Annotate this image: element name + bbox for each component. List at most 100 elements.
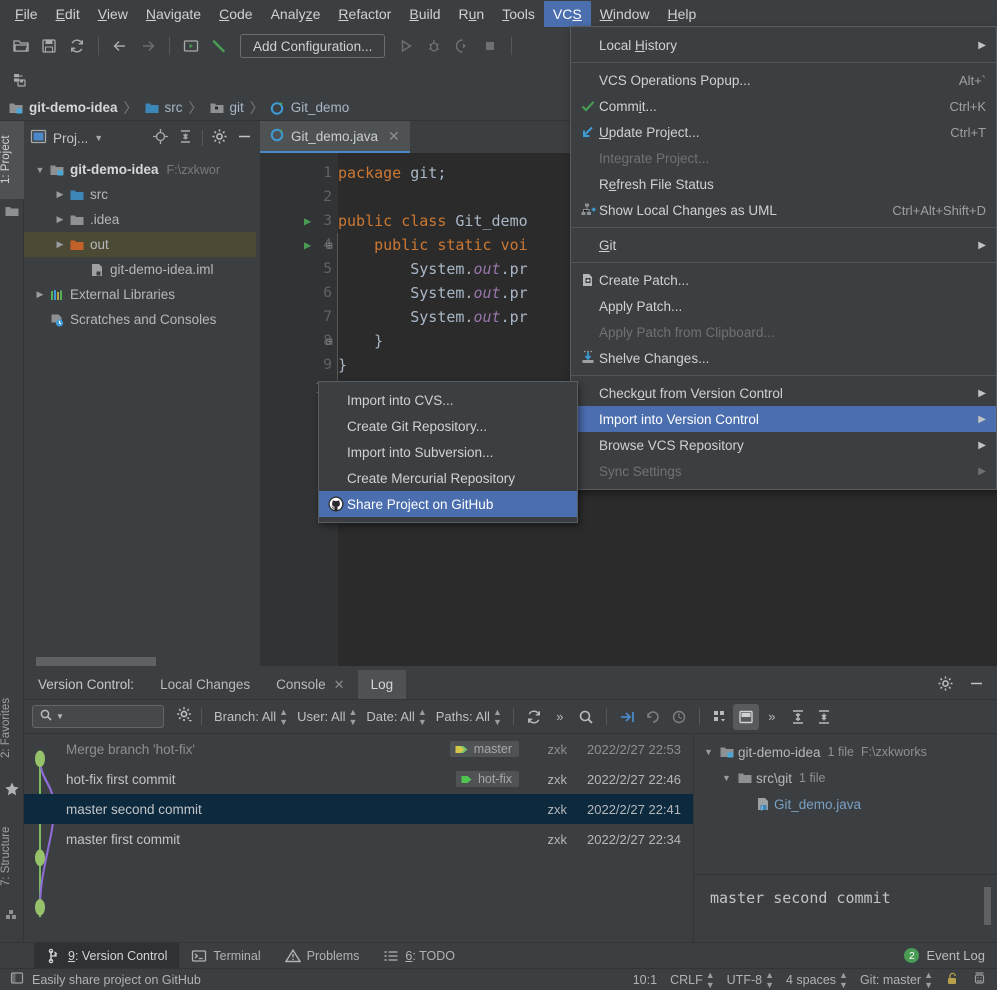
tree-node-git-demo-idea-iml[interactable]: git-demo-idea.iml [24,257,260,282]
vcs-menu-item-update-project[interactable]: Update Project... Ctrl+T [571,119,996,145]
sidebar-item-favorites[interactable]: 2: Favorites [0,681,24,775]
preview-pane-icon[interactable] [732,703,759,730]
vcs-tab-local-changes[interactable]: Local Changes [147,670,263,699]
more-icon[interactable]: » [547,704,573,730]
commit-message-scrollbar[interactable] [984,887,991,925]
folder-icon[interactable] [4,203,20,219]
chevron-down-icon[interactable]: ▼ [56,712,64,721]
commit-list[interactable]: Merge branch 'hot-fix' master zxk 2022/2/27… [24,734,693,942]
breadcrumb-item-git-demo[interactable]: Git_demo [270,100,349,116]
vcs-menu-item-shelve-changes[interactable]: Shelve Changes... [571,345,996,371]
chevron-right-icon[interactable]: ▶ [52,239,68,250]
chevron-down-icon[interactable]: ▼ [700,747,717,757]
submenu-item-import-into-cvs[interactable]: Import into CVS... [319,387,577,413]
star-icon[interactable] [4,781,20,797]
close-icon[interactable]: ✕ [388,128,400,145]
open-folder-icon[interactable] [8,33,34,59]
unlock-icon[interactable] [945,971,959,989]
editor-tab-git-demo-java[interactable]: Git_demo.java ✕ [260,121,410,153]
vcs-menu-item-create-patch[interactable]: Create Patch... [571,267,996,293]
commit-row[interactable]: Merge branch 'hot-fix' master zxk 2022/2/27… [24,734,693,764]
hammer-build-icon[interactable] [206,33,232,59]
menu-item-navigate[interactable]: Navigate [137,1,210,27]
back-arrow-icon[interactable] [107,33,133,59]
menu-item-edit[interactable]: Edit [47,1,89,27]
vcs-menu-item-git[interactable]: Git ▶ [571,232,996,258]
expand-all-icon[interactable] [785,704,811,730]
vcs-tab-log[interactable]: Log [357,670,407,699]
chevron-down-icon[interactable]: ▼ [94,133,103,143]
commit-row[interactable]: hot-fix first commit hot-fix zxk 2022/2/27 … [24,764,693,794]
chevron-down-icon[interactable]: ▼ [718,773,735,783]
breadcrumb-item-git[interactable]: git [209,100,244,116]
gear-icon[interactable] [176,706,194,727]
indent-selector[interactable]: 4 spaces ▲ ▼ [786,970,848,990]
tree-node-external-libraries[interactable]: ▶ External Libraries [24,282,260,307]
chevron-right-icon[interactable]: ▶ [32,289,48,300]
structure-icon[interactable] [4,907,20,923]
menu-item-code[interactable]: Code [210,1,261,27]
menu-item-vcs[interactable]: VCS [543,0,591,27]
line-separator-selector[interactable]: CRLF ▲ ▼ [670,970,715,990]
breadcrumb-item-src[interactable]: src [144,100,183,116]
changed-file-node[interactable]: ▼ src\git 1 file [694,765,997,791]
sidebar-item-structure[interactable]: 7: Structure [0,811,24,901]
chevron-right-icon[interactable]: ▶ [52,214,68,225]
menu-item-analyze[interactable]: Analyze [262,1,330,27]
chevron-right-icon[interactable]: ▶ [52,189,68,200]
vcs-menu-item-apply-patch[interactable]: Apply Patch... [571,293,996,319]
tree-node-src[interactable]: ▶ src [24,182,260,207]
minimize-icon[interactable] [968,675,985,695]
breadcrumb-item-git-demo-idea[interactable]: git-demo-idea [8,100,118,116]
more-icon-2[interactable]: » [759,704,785,730]
caret-position[interactable]: 10:1 [633,973,657,987]
search-input[interactable]: ▼ [32,705,164,728]
minimize-icon[interactable] [236,128,253,148]
submenu-item-share-project-on-github[interactable]: Share Project on GitHub [319,491,577,517]
menu-item-tools[interactable]: Tools [493,1,544,27]
tool-window-terminal[interactable]: Terminal [179,943,272,968]
run-gutter-icon[interactable]: ▶ [304,214,311,228]
project-view-icon[interactable] [30,128,47,148]
submenu-item-import-into-subversion[interactable]: Import into Subversion... [319,439,577,465]
commit-row[interactable]: master second commit zxk 2022/2/27 22:41 [24,794,693,824]
vcs-menu-item-vcs-operations-popup[interactable]: VCS Operations Popup... Alt+` [571,67,996,93]
vcs-menu-item-local-history[interactable]: Local History ▶ [571,32,996,58]
vcs-menu-item-import-into-version-control[interactable]: Import into Version Control ▶ [571,406,996,432]
vcs-tab-console[interactable]: Console ✕ [263,670,357,699]
update-project-icon[interactable] [8,67,34,93]
tool-window-6-todo[interactable]: 6: TODO [371,943,467,968]
fold-toggle-icon[interactable]: ⊟ [326,335,333,348]
close-icon[interactable]: ✕ [334,677,345,693]
vcs-menu-item-checkout-from-version-control[interactable]: Checkout from Version Control ▶ [571,380,996,406]
vcs-menu-item-refresh-file-status[interactable]: Refresh File Status [571,171,996,197]
project-panel-title[interactable]: Proj... [53,131,88,146]
tool-window-problems[interactable]: Problems [273,943,372,968]
changed-files-tree[interactable]: ▼ git-demo-idea 1 file F:\zxkworks ▼ src\git 1… [694,734,997,817]
collapse-arrow-icon[interactable] [614,704,640,730]
sidebar-item-project[interactable]: 1: Project [0,121,24,199]
grid-view-icon[interactable] [707,704,733,730]
submenu-item-create-git-repository[interactable]: Create Git Repository... [319,413,577,439]
branch-tag-master[interactable]: master [449,741,519,757]
menu-item-help[interactable]: Help [659,1,706,27]
fold-toggle-icon[interactable]: ⊟ [326,239,333,252]
filter-user-all[interactable]: User: All ▲ ▼ [292,707,361,727]
layout-icon[interactable] [10,971,24,988]
menu-item-file[interactable]: File [6,1,47,27]
vcs-menu-item-browse-vcs-repository[interactable]: Browse VCS Repository ▶ [571,432,996,458]
save-icon[interactable] [36,33,62,59]
submenu-item-create-mercurial-repository[interactable]: Create Mercurial Repository [319,465,577,491]
gear-icon[interactable] [937,675,954,695]
git-branch-widget[interactable]: Git: master ▲ ▼ [860,970,933,990]
tool-window-9-version-control[interactable]: 9: Version Control [34,943,180,968]
branch-tag-hot-fix[interactable]: hot-fix [455,771,519,787]
refresh-icon[interactable] [521,704,547,730]
menu-item-build[interactable]: Build [400,1,449,27]
menu-item-refactor[interactable]: Refactor [329,1,400,27]
sync-icon[interactable] [64,33,90,59]
tree-node-scratches-and-consoles[interactable]: Scratches and Consoles [24,307,260,332]
run-config-icon[interactable] [178,33,204,59]
add-configuration-button[interactable]: Add Configuration... [240,34,386,58]
filter-paths-all[interactable]: Paths: All ▲ ▼ [431,707,506,727]
